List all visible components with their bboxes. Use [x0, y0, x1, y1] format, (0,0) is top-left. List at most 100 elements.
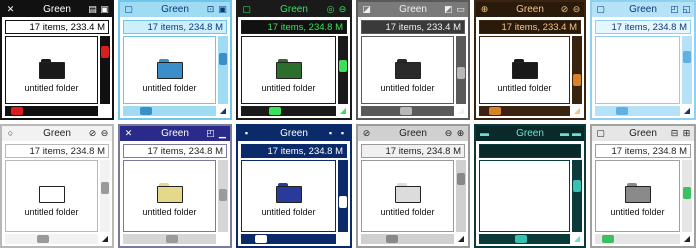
vertical-scrollbar[interactable] [682, 36, 692, 104]
close-icon[interactable]: ⊕ [479, 4, 490, 15]
zoom-icon[interactable]: ◱ [681, 4, 692, 15]
zoom-icon[interactable]: ▭ [455, 4, 466, 15]
folder-icon[interactable] [275, 183, 302, 203]
horizontal-scrollbar[interactable] [361, 234, 454, 244]
horizontal-scrollbar[interactable] [241, 234, 336, 244]
horizontal-scrollbar[interactable] [5, 234, 98, 244]
window-content[interactable]: untitled folder [361, 36, 454, 104]
collapse-icon[interactable]: ▬ [559, 128, 570, 139]
resize-grip-icon[interactable]: ◢ [572, 106, 582, 116]
scroll-thumb[interactable] [489, 107, 501, 115]
close-icon[interactable]: ○ [5, 128, 16, 139]
zoom-icon[interactable]: ⊞ [681, 128, 692, 139]
horizontal-scrollbar[interactable] [595, 106, 680, 116]
folder-icon[interactable] [394, 59, 421, 79]
scroll-thumb[interactable] [573, 180, 581, 192]
scroll-thumb[interactable] [255, 235, 267, 243]
window-content[interactable]: untitled folder [123, 36, 216, 104]
scroll-thumb[interactable] [339, 60, 347, 72]
close-icon[interactable]: ▢ [241, 4, 252, 15]
window-content[interactable]: untitled folder [5, 160, 98, 232]
folder-label[interactable]: untitled folder [6, 83, 97, 93]
folder-label[interactable]: untitled folder [6, 207, 97, 217]
scroll-thumb[interactable] [683, 187, 691, 199]
theme-window[interactable]: Green ▪ ▪ ▪ 17 items, 234.8 Muntitled folder… [236, 124, 352, 248]
vertical-scrollbar[interactable] [456, 160, 466, 232]
window-content[interactable]: untitled folder [123, 160, 216, 232]
zoom-icon[interactable]: ▁ [217, 128, 228, 139]
window-content[interactable]: untitled folder [241, 160, 336, 232]
horizontal-scrollbar[interactable] [5, 106, 98, 116]
collapse-icon[interactable]: ◩ [443, 4, 454, 15]
folder-label[interactable]: untitled folder [596, 207, 679, 217]
folder-label[interactable]: untitled folder [124, 83, 215, 93]
resize-grip-icon[interactable]: ◢ [218, 234, 228, 244]
theme-window[interactable]: Green ▢ ⊡ ▣ 17 items, 234.8 M untitled folder… [118, 0, 232, 120]
window-content[interactable] [595, 36, 680, 104]
vertical-scrollbar[interactable] [218, 36, 228, 104]
collapse-icon[interactable]: ◎ [325, 4, 336, 15]
close-icon[interactable]: ▢ [595, 4, 606, 15]
resize-grip-icon[interactable]: ◢ [100, 234, 110, 244]
vertical-scrollbar[interactable] [218, 160, 228, 232]
scroll-thumb[interactable] [573, 74, 581, 86]
scroll-thumb[interactable] [166, 235, 178, 243]
theme-window[interactable]: Green ✕ ▤ ▣ 17 items, 233.4 M untitled folder… [0, 0, 114, 120]
zoom-icon[interactable]: ▪ [337, 128, 348, 139]
scroll-thumb[interactable] [101, 46, 109, 58]
folder-icon[interactable] [156, 183, 183, 203]
folder-icon[interactable] [38, 183, 65, 203]
zoom-icon[interactable]: ⊖ [571, 4, 582, 15]
zoom-icon[interactable]: ▬ [571, 128, 582, 139]
theme-window[interactable]: Green ⊕ ⊘ ⊖ 17 items, 233.4 M untitled folder… [474, 0, 586, 120]
scroll-thumb[interactable] [140, 107, 152, 115]
collapse-icon[interactable]: ⊟ [669, 128, 680, 139]
window-content[interactable]: untitled folder [595, 160, 680, 232]
zoom-icon[interactable]: ⊖ [99, 128, 110, 139]
resize-grip-icon[interactable]: ◢ [456, 106, 466, 116]
scroll-thumb[interactable] [339, 196, 347, 208]
resize-grip-icon[interactable]: ◢ [572, 234, 582, 244]
resize-grip-icon[interactable]: ◢ [682, 106, 692, 116]
folder-label[interactable]: untitled folder [362, 83, 453, 93]
scroll-thumb[interactable] [457, 173, 465, 185]
theme-window[interactable]: Green ○ ⊘ ⊖ 17 items, 234.8 M untitled folder… [0, 124, 114, 248]
close-icon[interactable]: ▢ [595, 128, 606, 139]
window-content[interactable]: untitled folder [5, 36, 98, 104]
horizontal-scrollbar[interactable] [123, 106, 216, 116]
theme-window[interactable]: Green ▢ ⊟ ⊞ 17 items, 234.8 M untitled folder… [590, 124, 696, 248]
horizontal-scrollbar[interactable] [479, 234, 570, 244]
vertical-scrollbar[interactable] [456, 36, 466, 104]
folder-icon[interactable] [38, 59, 65, 79]
theme-window[interactable]: Green ▢ ◰ ◱ 17 items, 234.8 M ◢ [590, 0, 696, 120]
folder-icon[interactable] [275, 59, 302, 79]
scroll-thumb[interactable] [616, 107, 628, 115]
scroll-thumb[interactable] [219, 189, 227, 201]
close-icon[interactable]: ◪ [361, 4, 372, 15]
folder-icon[interactable] [511, 59, 538, 79]
folder-label[interactable]: untitled folder [242, 83, 335, 93]
theme-window[interactable]: Green ⊘ ⊖ ⊕ 17 items, 234.8 M untitled folder… [356, 124, 470, 248]
folder-label[interactable]: untitled folder [362, 207, 453, 217]
collapse-icon[interactable]: ◰ [669, 4, 680, 15]
folder-label[interactable]: untitled folder [480, 83, 569, 93]
scroll-thumb[interactable] [457, 67, 465, 79]
close-icon[interactable]: ▢ [123, 4, 134, 15]
collapse-icon[interactable]: ⊘ [559, 4, 570, 15]
resize-grip-icon[interactable]: ◢ [338, 106, 348, 116]
folder-icon[interactable] [394, 183, 421, 203]
horizontal-scrollbar[interactable] [123, 234, 216, 244]
scroll-thumb[interactable] [101, 182, 109, 194]
collapse-icon[interactable]: ⊘ [87, 128, 98, 139]
resize-grip-icon[interactable]: ◢ [456, 234, 466, 244]
window-content[interactable] [479, 160, 570, 232]
folder-icon[interactable] [624, 183, 651, 203]
vertical-scrollbar[interactable] [338, 160, 348, 232]
resize-grip-icon[interactable]: ◢ [682, 234, 692, 244]
scroll-thumb[interactable] [602, 235, 614, 243]
collapse-icon[interactable]: ◰ [205, 128, 216, 139]
resize-grip-icon[interactable]: ◢ [218, 106, 228, 116]
close-icon[interactable]: ▪ [241, 128, 252, 139]
horizontal-scrollbar[interactable] [595, 234, 680, 244]
theme-window[interactable]: Green ✕ ◰ ▁ 17 items, 234.8 M untitled folder… [118, 124, 232, 248]
